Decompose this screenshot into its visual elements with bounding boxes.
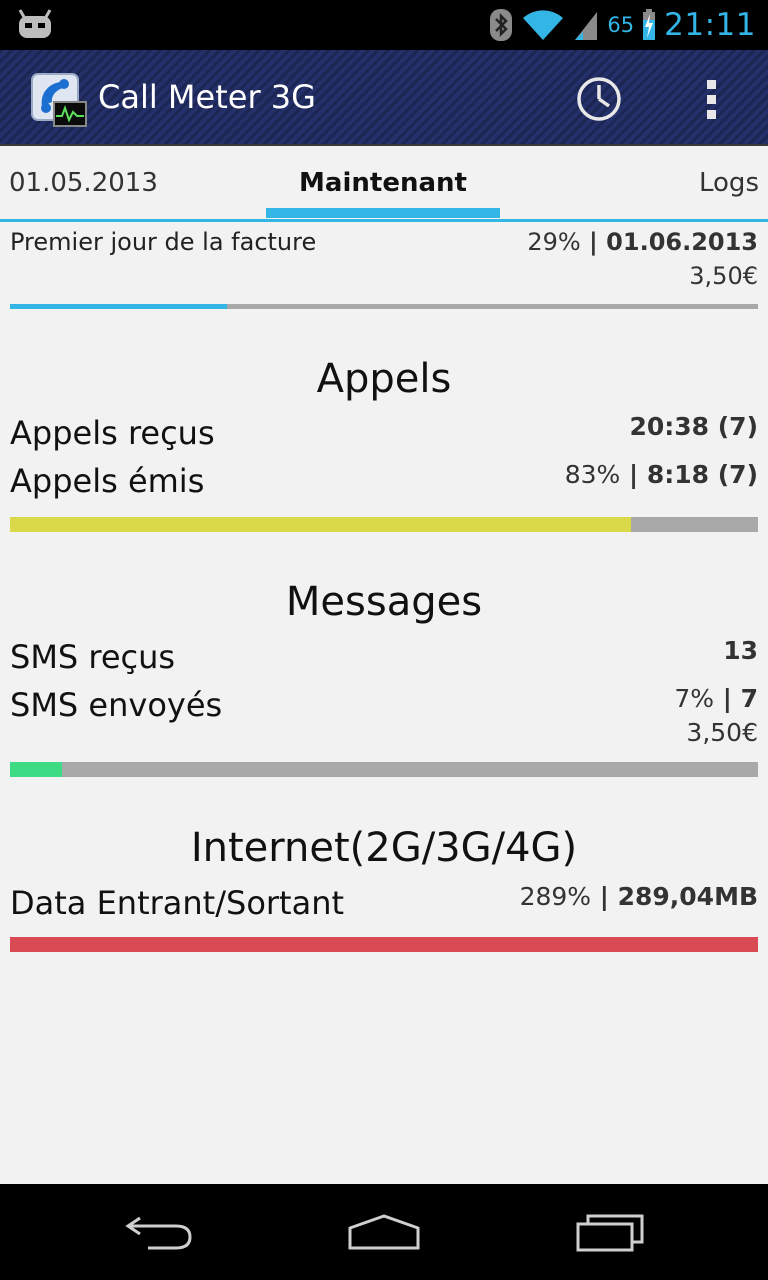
app-title: Call Meter 3G — [98, 78, 316, 116]
calls-in-label: Appels reçus — [10, 414, 215, 452]
action-bar: Call Meter 3G — [0, 50, 768, 146]
sms-out-value: 7% | 7 — [674, 684, 758, 713]
sms-out-count: 7 — [740, 684, 758, 713]
billing-cost: 3,50€ — [689, 262, 758, 290]
sms-in-value: 13 — [723, 636, 758, 665]
messages-progress-fill — [10, 762, 63, 777]
recent-apps-icon[interactable] — [570, 1208, 650, 1256]
calls-section[interactable]: Appels reçus 20:38 (7) Appels émis 83% |… — [10, 412, 758, 512]
sms-cost: 3,50€ — [686, 718, 758, 747]
data-percent: 289% — [519, 882, 592, 911]
back-icon[interactable] — [120, 1208, 200, 1256]
cyanogenmod-icon — [18, 9, 52, 38]
calls-progress-fill — [10, 517, 631, 532]
billing-date: 01.06.2013 — [606, 228, 758, 256]
clock: 21:11 — [664, 7, 756, 43]
calls-out-value: 83% | 8:18 (7) — [565, 460, 758, 489]
sms-in-label: SMS reçus — [10, 638, 176, 676]
billing-progress-bar — [10, 304, 758, 309]
overflow-menu-icon[interactable] — [690, 74, 734, 124]
data-amount: 289,04MB — [617, 882, 758, 911]
billing-progress-fill — [10, 304, 227, 309]
internet-title: Internet(2G/3G/4G) — [190, 825, 578, 871]
messages-progress-bar — [10, 762, 758, 777]
tab-logs[interactable]: Logs — [699, 168, 759, 198]
calls-in-value: 20:38 (7) — [629, 412, 758, 441]
billing-percent: 29% — [527, 228, 581, 256]
navigation-bar — [0, 1184, 768, 1280]
data-separator: | — [591, 882, 618, 911]
messages-title: Messages — [285, 579, 483, 625]
tab-current[interactable]: Maintenant — [266, 168, 500, 198]
internet-progress-fill — [10, 937, 758, 952]
billing-separator: | — [580, 228, 607, 256]
billing-label: Premier jour de la facture — [10, 228, 317, 256]
internet-section[interactable]: Data Entrant/Sortant 289% | 289,04MB — [10, 882, 758, 932]
calls-out-separator: | — [620, 460, 647, 489]
home-icon[interactable] — [344, 1208, 424, 1256]
status-bar: 65 21:11 — [0, 0, 768, 50]
billing-section[interactable]: Premier jour de la facture 29% | 01.06.2… — [10, 228, 758, 298]
sms-out-label: SMS envoyés — [10, 686, 223, 724]
battery-charging-icon — [643, 9, 656, 40]
calls-out-percent: 83% — [564, 460, 621, 489]
tab-previous-period[interactable]: 01.05.2013 — [9, 168, 158, 198]
history-icon[interactable] — [574, 74, 624, 124]
calls-title: Appels — [316, 356, 452, 402]
bluetooth-icon — [490, 9, 513, 41]
signal-icon — [575, 12, 598, 40]
data-label: Data Entrant/Sortant — [10, 884, 345, 922]
sms-out-percent: 7% — [674, 684, 715, 713]
billing-value: 29% | 01.06.2013 — [527, 228, 758, 256]
tab-strip: 01.05.2013 Maintenant Logs — [0, 146, 768, 222]
internet-progress-bar — [10, 937, 758, 952]
messages-section[interactable]: SMS reçus 13 SMS envoyés 7% | 7 3,50€ — [10, 636, 758, 756]
sms-out-separator: | — [714, 684, 741, 713]
battery-percent: 65 — [607, 13, 635, 37]
calls-out-label: Appels émis — [10, 462, 205, 500]
tab-indicator — [266, 208, 500, 218]
wifi-icon — [523, 10, 564, 40]
data-value: 289% | 289,04MB — [520, 882, 758, 911]
calls-out-duration: 8:18 (7) — [646, 460, 758, 489]
app-icon[interactable] — [30, 72, 88, 128]
calls-progress-bar — [10, 517, 758, 532]
